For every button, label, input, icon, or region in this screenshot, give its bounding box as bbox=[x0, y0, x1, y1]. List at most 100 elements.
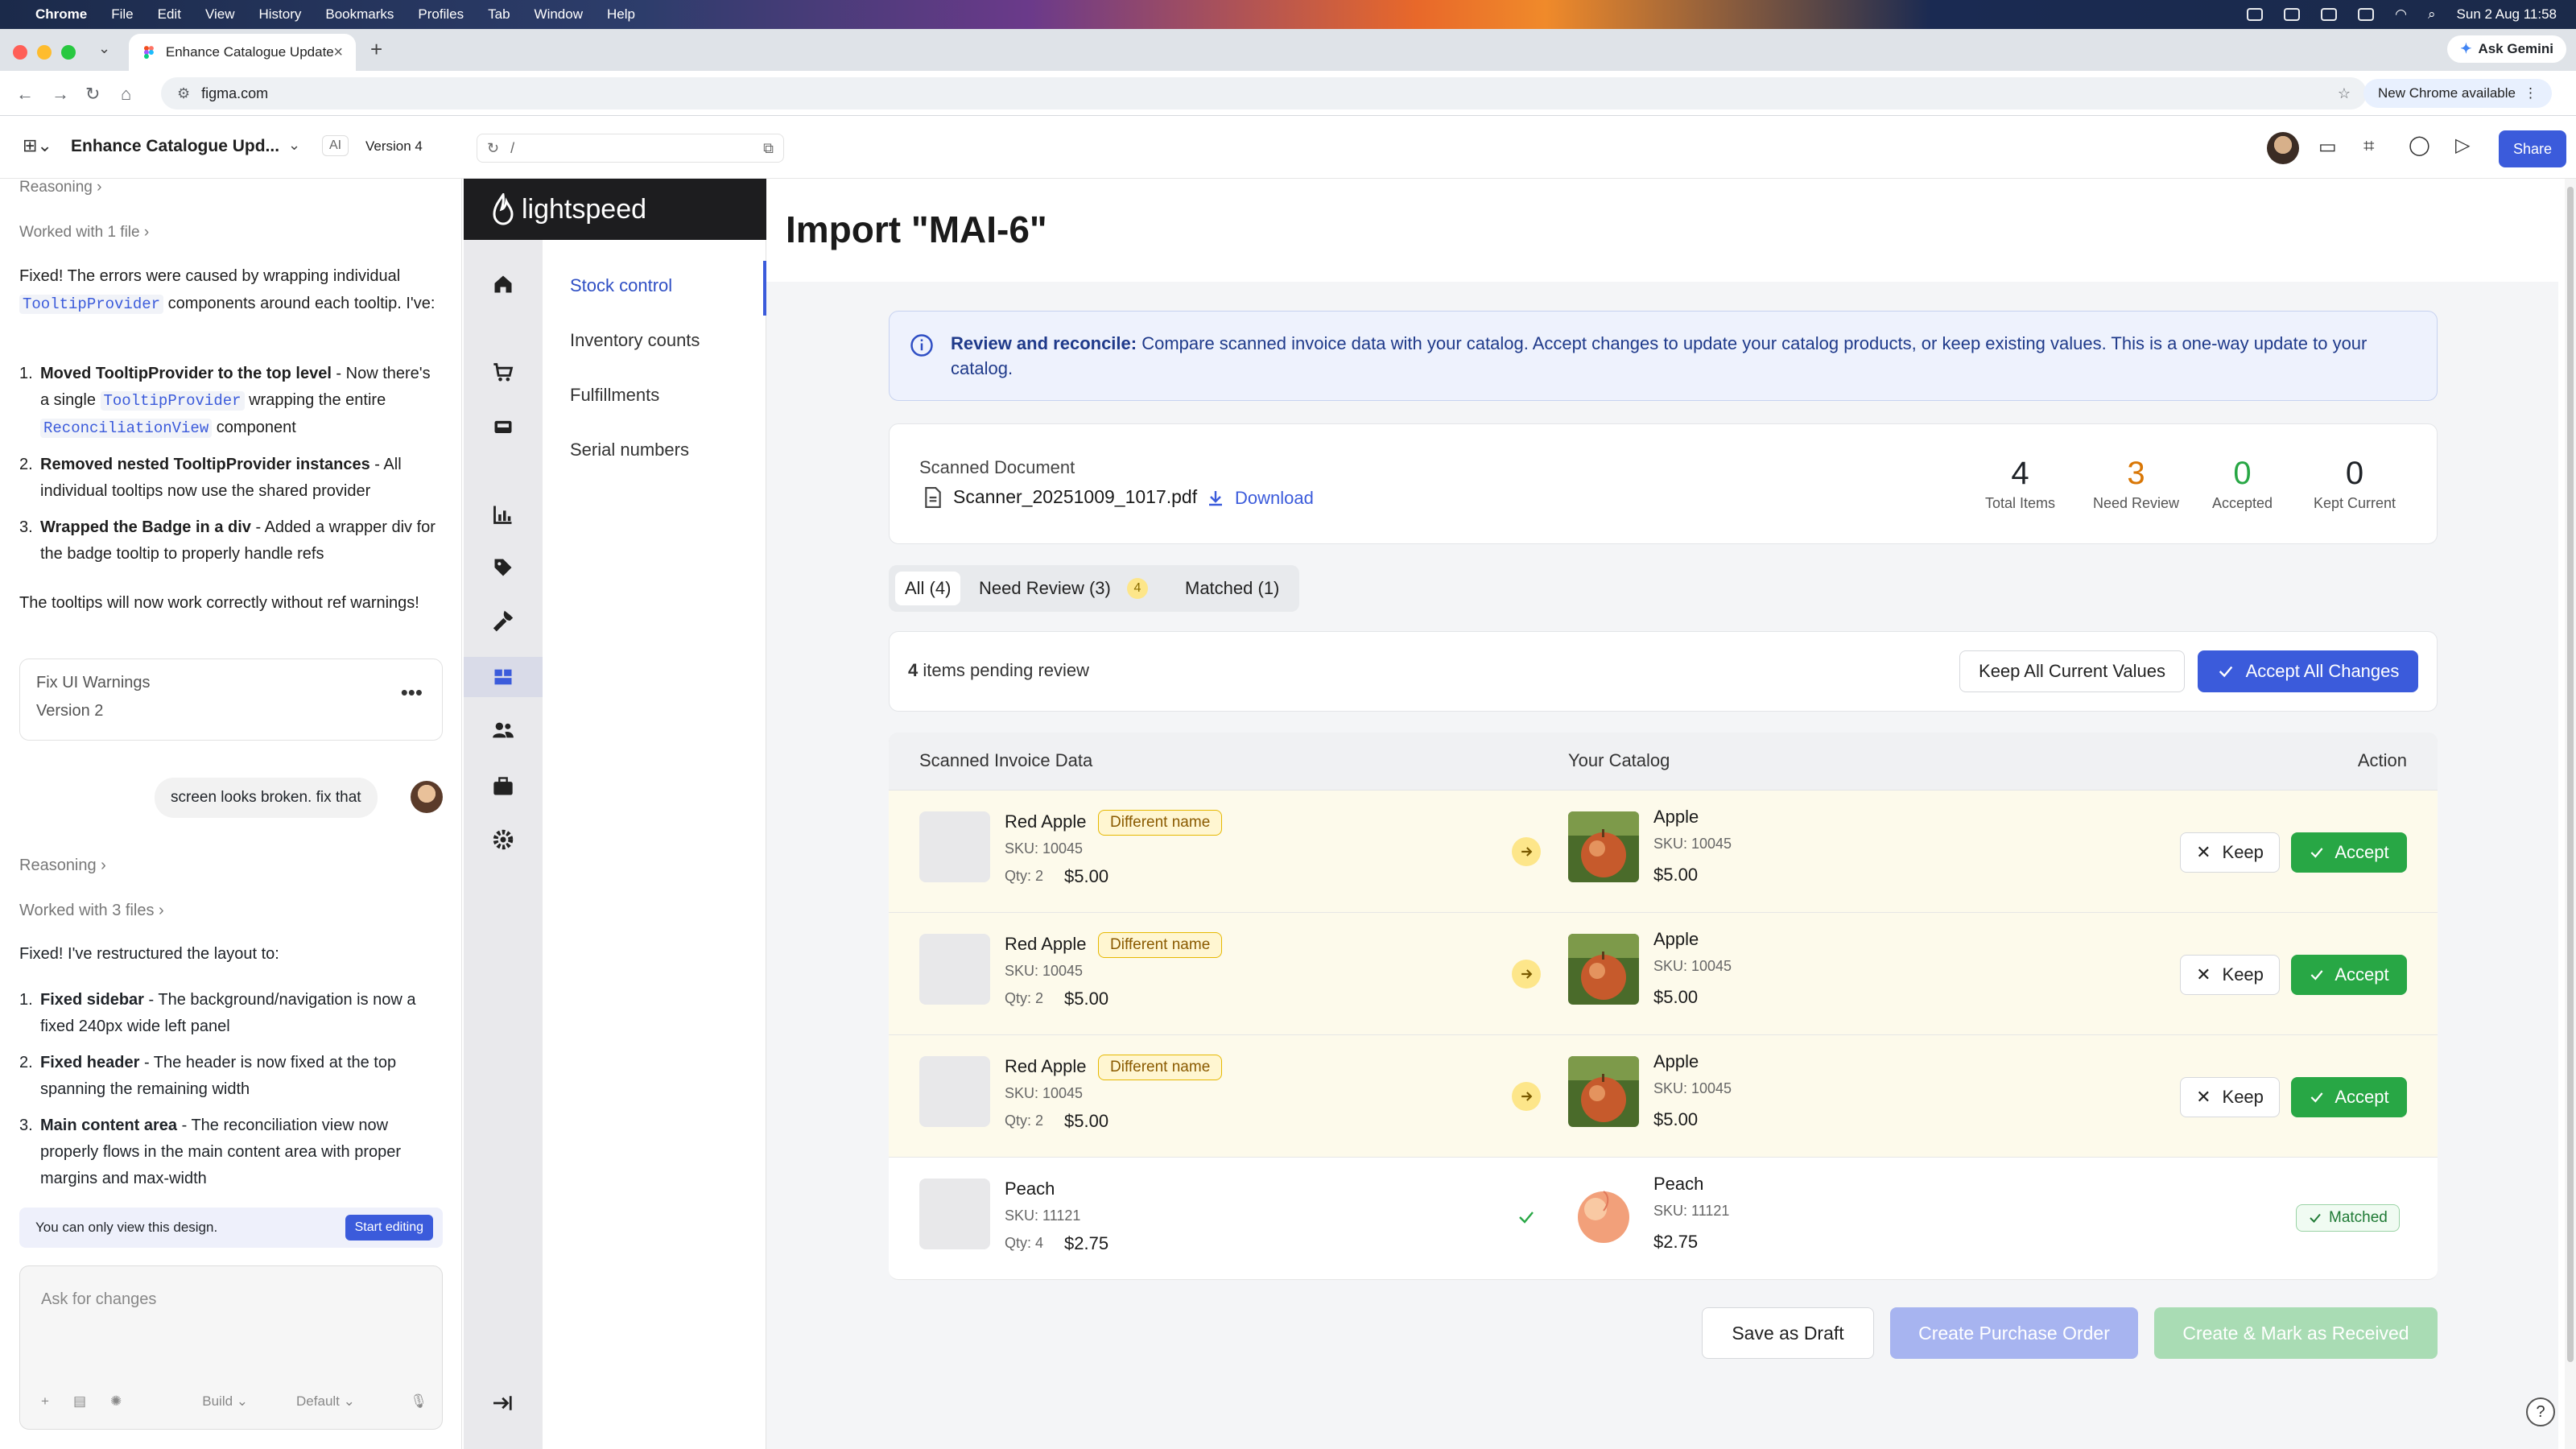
reload-icon[interactable]: ↻ bbox=[85, 84, 100, 105]
keep-all-current-values-button[interactable]: Keep All Current Values bbox=[1959, 650, 2185, 692]
settings-gear-icon[interactable] bbox=[488, 824, 518, 855]
bookmark-star-icon[interactable]: ☆ bbox=[2338, 85, 2351, 102]
status-icon[interactable] bbox=[2321, 8, 2338, 21]
ask-gemini-label: Ask Gemini bbox=[2478, 41, 2553, 56]
browser-tab-active[interactable]: Enhance Catalogue Update U × bbox=[129, 34, 356, 71]
subnav-item-serial-numbers[interactable]: Serial numbers bbox=[570, 440, 689, 460]
plus-icon[interactable]: + bbox=[41, 1393, 49, 1410]
sparkle-icon[interactable]: ✺ bbox=[110, 1393, 122, 1410]
tab-matched[interactable]: Matched (1) bbox=[1175, 572, 1289, 605]
address-bar[interactable]: ⚙ figma.com ☆ bbox=[161, 77, 2367, 109]
more-horizontal-icon[interactable]: ••• bbox=[401, 680, 423, 705]
start-editing-button[interactable]: Start editing bbox=[345, 1215, 433, 1241]
customers-icon[interactable] bbox=[488, 715, 518, 745]
tab-need-review[interactable]: Need Review (3) bbox=[969, 572, 1121, 605]
accept-button[interactable]: Accept bbox=[2291, 1077, 2407, 1117]
microphone-icon[interactable]: 🎙 bbox=[410, 1393, 427, 1410]
register-icon[interactable] bbox=[488, 412, 518, 443]
inspect-icon[interactable]: ⌗ bbox=[2363, 135, 2375, 158]
new-tab-icon[interactable]: + bbox=[370, 37, 382, 62]
lightspeed-logo[interactable]: lightspeed bbox=[464, 179, 766, 240]
close-window-button[interactable] bbox=[13, 45, 27, 60]
preview-url-bar[interactable]: ↻ / ⧉ bbox=[477, 134, 784, 163]
tab-all[interactable]: All (4) bbox=[895, 572, 961, 605]
share-button[interactable]: Share bbox=[2499, 130, 2566, 167]
menu-history[interactable]: History bbox=[258, 6, 301, 23]
file-title[interactable]: Enhance Catalogue Upd... bbox=[71, 137, 279, 156]
menu-help[interactable]: Help bbox=[607, 6, 635, 23]
new-chrome-available-button[interactable]: New Chrome available ⋮ bbox=[2363, 79, 2552, 108]
spotlight-icon[interactable]: ⌕ bbox=[2428, 6, 2436, 23]
menu-window[interactable]: Window bbox=[535, 6, 583, 23]
keep-button[interactable]: ✕ Keep bbox=[2180, 1077, 2280, 1117]
version-card[interactable]: Fix UI Warnings Version 2 ••• bbox=[19, 658, 443, 741]
refresh-icon[interactable]: ↻ bbox=[487, 140, 499, 157]
layout-icon[interactable]: ▭ bbox=[2318, 135, 2337, 159]
collapse-sidebar-icon[interactable] bbox=[489, 1391, 514, 1415]
version-card-version: Version 2 bbox=[36, 702, 104, 720]
list-number: 2. bbox=[19, 456, 33, 473]
maximize-window-button[interactable] bbox=[61, 45, 76, 60]
scrollbar-thumb[interactable] bbox=[2567, 187, 2574, 1362]
cart-icon[interactable] bbox=[488, 357, 518, 388]
default-selector[interactable]: Default ⌄ bbox=[296, 1393, 355, 1410]
menu-app-name[interactable]: Chrome bbox=[35, 6, 87, 23]
menu-tab[interactable]: Tab bbox=[488, 6, 510, 23]
status-icon[interactable] bbox=[2284, 8, 2301, 21]
ask-gemini-button[interactable]: ✦ Ask Gemini bbox=[2447, 35, 2566, 63]
home-icon[interactable] bbox=[488, 269, 518, 299]
open-external-icon[interactable]: ⧉ bbox=[763, 140, 774, 157]
version-selector[interactable]: Version 4 bbox=[365, 138, 423, 155]
worked-with-toggle[interactable]: Worked with 1 file › bbox=[19, 224, 149, 242]
menu-edit[interactable]: Edit bbox=[158, 6, 181, 23]
play-icon[interactable]: ▷ bbox=[2455, 134, 2470, 157]
battery-icon[interactable] bbox=[2358, 8, 2375, 21]
tag-icon[interactable] bbox=[488, 552, 518, 583]
menu-datetime[interactable]: Sun 2 Aug 11:58 bbox=[2457, 6, 2557, 23]
save-as-draft-button[interactable]: Save as Draft bbox=[1702, 1307, 1874, 1359]
build-selector[interactable]: Build ⌄ bbox=[202, 1393, 248, 1410]
home-icon[interactable]: ⌂ bbox=[121, 84, 131, 105]
subnav-item-fulfillments[interactable]: Fulfillments bbox=[570, 385, 659, 406]
minimize-window-button[interactable] bbox=[37, 45, 52, 60]
menu-file[interactable]: File bbox=[111, 6, 133, 23]
back-icon[interactable]: ← bbox=[16, 84, 34, 105]
worked-with-toggle[interactable]: Worked with 3 files › bbox=[19, 902, 164, 920]
chevron-down-icon[interactable]: ⌄ bbox=[288, 137, 300, 154]
wifi-icon[interactable]: ◠ bbox=[2395, 6, 2407, 23]
accept-button[interactable]: Accept bbox=[2291, 832, 2407, 873]
product-image-placeholder bbox=[919, 1056, 990, 1127]
catalog-name: Apple bbox=[1653, 807, 1699, 827]
forward-icon[interactable]: → bbox=[52, 84, 69, 105]
menu-view[interactable]: View bbox=[205, 6, 235, 23]
create-mark-received-button[interactable]: Create & Mark as Received bbox=[2154, 1307, 2438, 1359]
attach-icon[interactable]: ▤ bbox=[73, 1393, 86, 1410]
avatar[interactable] bbox=[2267, 132, 2299, 164]
reasoning-toggle[interactable]: Reasoning › bbox=[19, 179, 101, 196]
briefcase-icon[interactable] bbox=[488, 771, 518, 802]
accept-label: Accept bbox=[2334, 842, 2389, 862]
accept-all-changes-button[interactable]: Accept All Changes bbox=[2198, 650, 2418, 692]
figma-menu-icon[interactable]: ⊞⌄ bbox=[23, 135, 52, 156]
subnav-item-stock-control[interactable]: Stock control bbox=[570, 275, 672, 296]
comment-icon[interactable]: ◯ bbox=[2409, 134, 2430, 157]
create-purchase-order-button[interactable]: Create Purchase Order bbox=[1890, 1307, 2138, 1359]
help-button[interactable]: ? bbox=[2526, 1397, 2555, 1426]
inventory-icon[interactable] bbox=[488, 662, 518, 692]
accept-button[interactable]: Accept bbox=[2291, 955, 2407, 995]
tab-search-chevron-icon[interactable]: ⌄ bbox=[98, 40, 110, 57]
download-link[interactable]: Download bbox=[1206, 488, 1314, 509]
site-info-icon[interactable]: ⚙ bbox=[177, 85, 190, 102]
ask-input[interactable]: Ask for changes + ▤ ✺ Build ⌄ Default ⌄ … bbox=[19, 1265, 443, 1430]
status-icon[interactable] bbox=[2247, 8, 2264, 21]
wrench-icon[interactable] bbox=[488, 605, 518, 636]
subnav-item-inventory-counts[interactable]: Inventory counts bbox=[570, 330, 700, 351]
menu-bookmarks[interactable]: Bookmarks bbox=[325, 6, 394, 23]
keep-button[interactable]: ✕ Keep bbox=[2180, 832, 2280, 873]
keep-button[interactable]: ✕ Keep bbox=[2180, 955, 2280, 995]
menu-profiles[interactable]: Profiles bbox=[418, 6, 464, 23]
scrollbar[interactable] bbox=[2565, 179, 2576, 1449]
reports-icon[interactable] bbox=[488, 499, 518, 530]
close-tab-icon[interactable]: × bbox=[333, 43, 343, 62]
reasoning-toggle[interactable]: Reasoning › bbox=[19, 857, 106, 875]
